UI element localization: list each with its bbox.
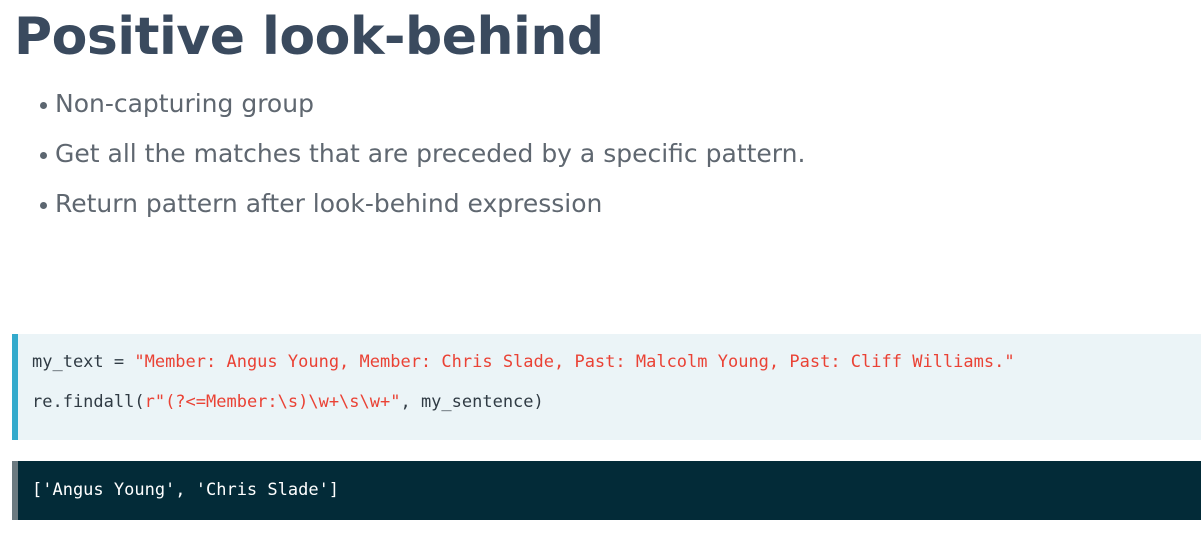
- string-literal: "Member: Angus Young, Member: Chris Slad…: [134, 352, 1015, 372]
- bullet-text: Get all the matches that are preceded by…: [55, 139, 806, 168]
- slide-title: Positive look-behind: [14, 7, 604, 67]
- bullet-text: Non-capturing group: [55, 89, 314, 118]
- string-literal: r"(?<=Member:\s)\w+\s\w+": [144, 392, 401, 412]
- code-text: re.findall(: [32, 392, 145, 412]
- code-block: my_text = "Member: Angus Young, Member: …: [12, 334, 1201, 440]
- bullet-text: Return pattern after look-behind express…: [55, 189, 603, 218]
- bullet-dot-icon: [40, 152, 47, 159]
- code-line-2: re.findall(r"(?<=Member:\s)\w+\s\w+", my…: [32, 390, 544, 414]
- bullet-dot-icon: [40, 102, 47, 109]
- output-block: ['Angus Young', 'Chris Slade']: [12, 461, 1201, 520]
- code-line-1: my_text = "Member: Angus Young, Member: …: [32, 350, 1015, 374]
- code-text: , my_sentence): [400, 392, 544, 412]
- code-text: my_text =: [32, 352, 135, 372]
- output-text: ['Angus Young', 'Chris Slade']: [32, 480, 340, 500]
- bullet-dot-icon: [40, 202, 47, 209]
